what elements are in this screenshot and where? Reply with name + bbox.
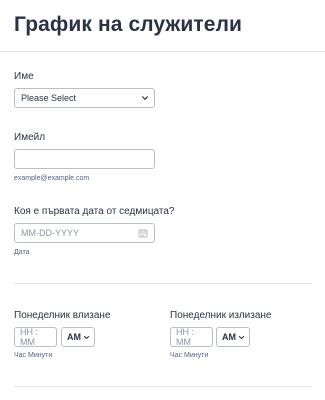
date-sublabel: Дата [14, 249, 30, 256]
monday-out-ampm-select[interactable]: AM [216, 327, 250, 347]
monday-out-time-placeholder: HH : MM [176, 327, 194, 347]
email-hint: example@example.com [14, 175, 90, 182]
name-select-value: Please Select [21, 93, 77, 103]
form-page: График на служители Име Please Select Им… [0, 0, 325, 400]
header-divider [0, 51, 325, 52]
monday-in-ampm-value: AM [67, 332, 81, 342]
email-field[interactable] [14, 149, 155, 169]
monday-out-ampm-value: AM [222, 332, 236, 342]
monday-out-label: Понеделник излизане [170, 310, 272, 321]
first-day-label: Коя е първата дата от седмицата? [14, 206, 175, 217]
chevron-down-icon [238, 335, 245, 339]
name-select[interactable]: Please Select [14, 88, 155, 108]
monday-out-time-input[interactable]: HH : MM [170, 327, 213, 347]
date-placeholder: MM-DD-YYYY [21, 228, 79, 238]
calendar-icon[interactable] [138, 228, 148, 238]
section-divider [14, 386, 312, 387]
monday-in-time-input[interactable]: HH : MM [14, 327, 57, 347]
date-input[interactable]: MM-DD-YYYY [14, 223, 155, 243]
form-title: График на служители [14, 13, 243, 36]
monday-in-sublabel: Час Минути [14, 352, 53, 359]
monday-in-time-placeholder: HH : MM [20, 327, 38, 347]
chevron-down-icon [142, 96, 148, 100]
email-label: Имейл [14, 132, 46, 143]
section-divider [14, 283, 312, 284]
name-label: Име [14, 71, 34, 82]
monday-in-label: Понеделник влизане [14, 310, 111, 321]
chevron-down-icon [83, 335, 90, 339]
monday-out-sublabel: Час Минути [170, 352, 209, 359]
monday-in-ampm-select[interactable]: AM [61, 327, 95, 347]
